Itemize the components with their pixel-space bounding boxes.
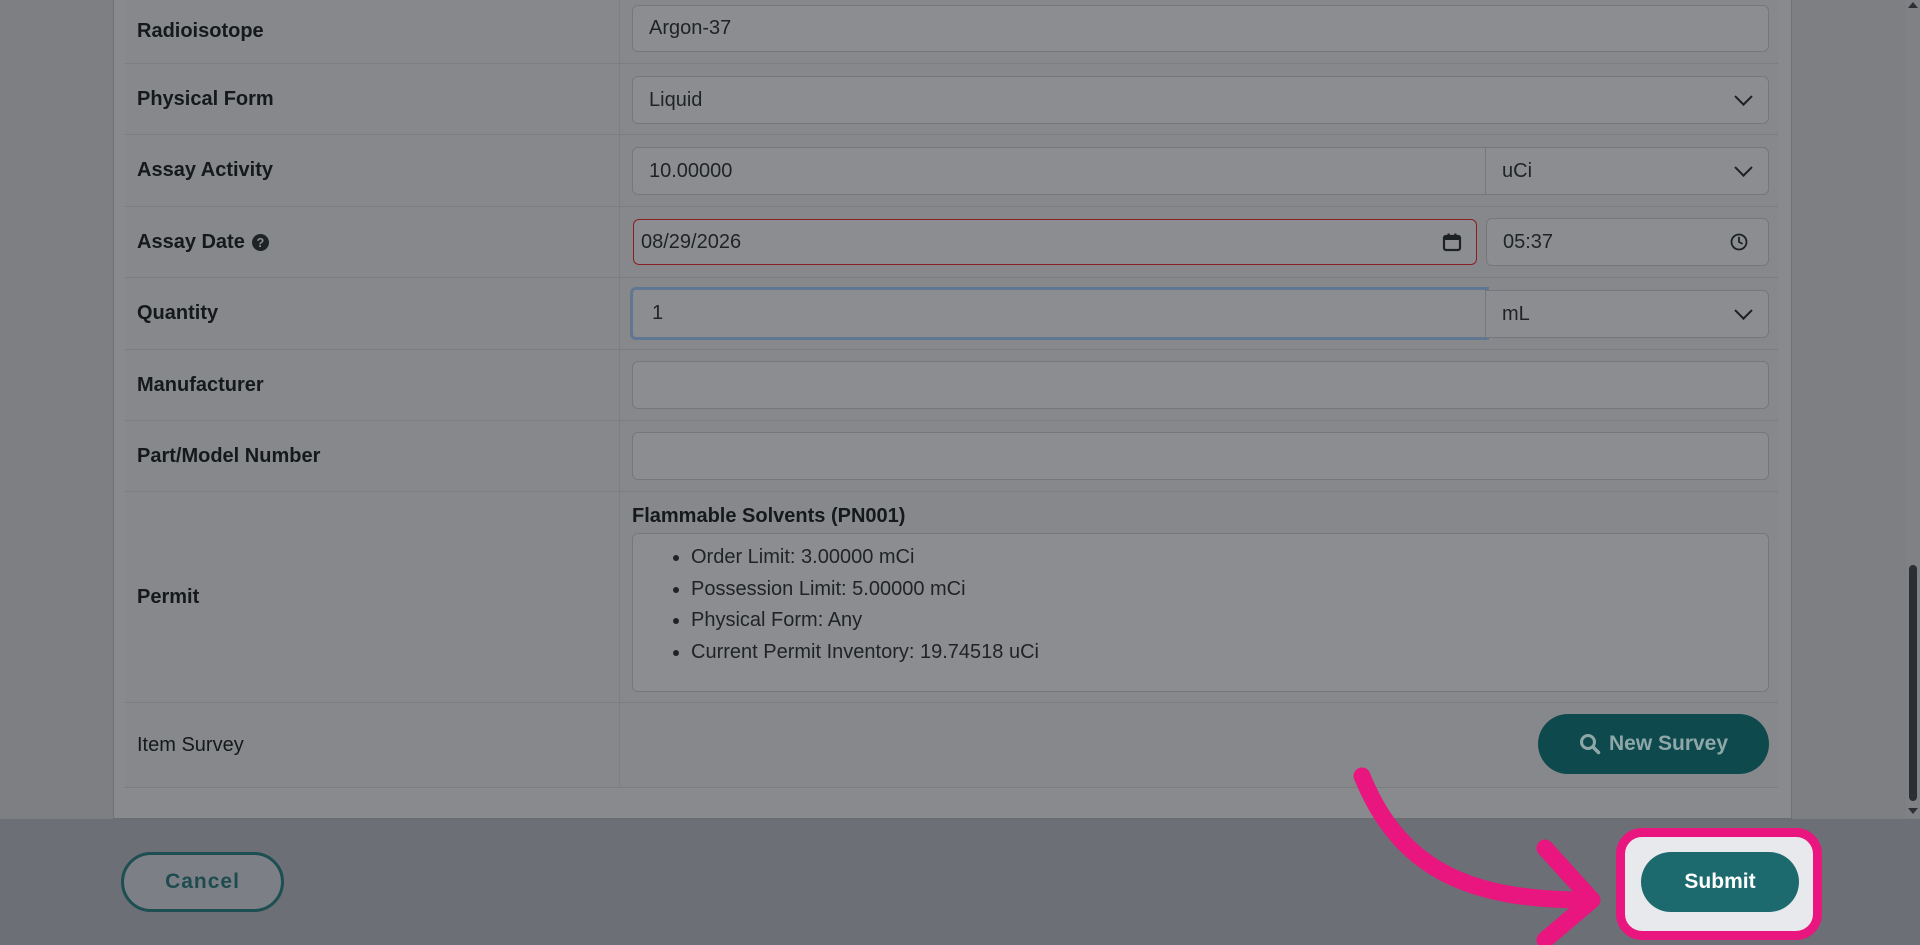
cancel-button[interactable]: Cancel — [121, 852, 284, 912]
assay-activity-input[interactable]: 10.00000 — [632, 147, 1486, 195]
cancel-label: Cancel — [165, 870, 240, 893]
calendar-icon[interactable] — [1442, 232, 1462, 252]
permit-physical-form: Physical Form: Any — [691, 605, 1768, 637]
permit-order-limit: Order Limit: 3.00000 mCi — [691, 542, 1768, 574]
scroll-up-arrow-icon[interactable] — [1908, 2, 1918, 8]
chevron-down-icon — [1734, 301, 1753, 320]
submit-button[interactable]: Submit — [1641, 852, 1799, 912]
quantity-label: Quantity — [125, 278, 620, 349]
chevron-down-icon — [1734, 87, 1753, 106]
quantity-value: 1 — [652, 302, 664, 324]
new-survey-button[interactable]: New Survey — [1538, 714, 1769, 774]
physical-form-select[interactable]: Liquid — [632, 76, 1769, 124]
physical-form-label: Physical Form — [125, 64, 620, 134]
assay-date-label-text: Assay Date — [137, 230, 245, 253]
assay-date-input[interactable]: 08/29/2026 — [633, 219, 1477, 265]
row-item-survey: Item Survey — [125, 703, 1778, 788]
assay-time-value: 05:37 — [1503, 230, 1554, 253]
clock-icon[interactable] — [1730, 233, 1748, 251]
part-model-number-input[interactable] — [632, 432, 1769, 480]
physical-form-value: Liquid — [649, 88, 703, 111]
radioisotope-value: Argon-37 — [649, 17, 732, 39]
quantity-unit-select[interactable]: mL — [1485, 290, 1769, 338]
permit-possession-limit: Possession Limit: 5.00000 mCi — [691, 574, 1768, 606]
scroll-down-arrow-icon[interactable] — [1908, 808, 1918, 814]
item-survey-label: Item Survey — [125, 703, 620, 787]
assay-time-input[interactable]: 05:37 — [1486, 218, 1769, 266]
quantity-unit: mL — [1502, 302, 1530, 325]
quantity-input[interactable]: 1 — [630, 287, 1489, 340]
help-icon[interactable]: ? — [251, 233, 269, 251]
permit-current-inventory: Current Permit Inventory: 19.74518 uCi — [691, 637, 1768, 669]
permit-details-list: Order Limit: 3.00000 mCi Possession Limi… — [633, 542, 1768, 668]
assay-date-value: 08/29/2026 — [641, 230, 742, 253]
chevron-down-icon — [1734, 158, 1753, 177]
permit-label: Permit — [125, 492, 620, 702]
radioisotope-label: Radioisotope — [125, 0, 620, 63]
assay-activity-value: 10.00000 — [649, 159, 733, 182]
assay-date-label: Assay Date ? — [125, 207, 620, 277]
permit-details: Order Limit: 3.00000 mCi Possession Limi… — [632, 533, 1769, 692]
new-survey-label: New Survey — [1608, 732, 1729, 755]
scrollbar-thumb[interactable] — [1909, 565, 1917, 801]
submit-label: Submit — [1684, 870, 1756, 893]
permit-title: Flammable Solvents (PN001) — [632, 505, 906, 527]
manufacturer-input[interactable] — [632, 361, 1769, 409]
radioisotope-field[interactable]: Argon-37 — [632, 5, 1769, 52]
assay-activity-unit: uCi — [1502, 159, 1533, 182]
assay-activity-label: Assay Activity — [125, 135, 620, 206]
assay-activity-unit-select[interactable]: uCi — [1485, 147, 1769, 195]
search-icon — [1579, 734, 1601, 755]
manufacturer-label: Manufacturer — [125, 350, 620, 420]
part-model-number-label: Part/Model Number — [125, 421, 620, 491]
